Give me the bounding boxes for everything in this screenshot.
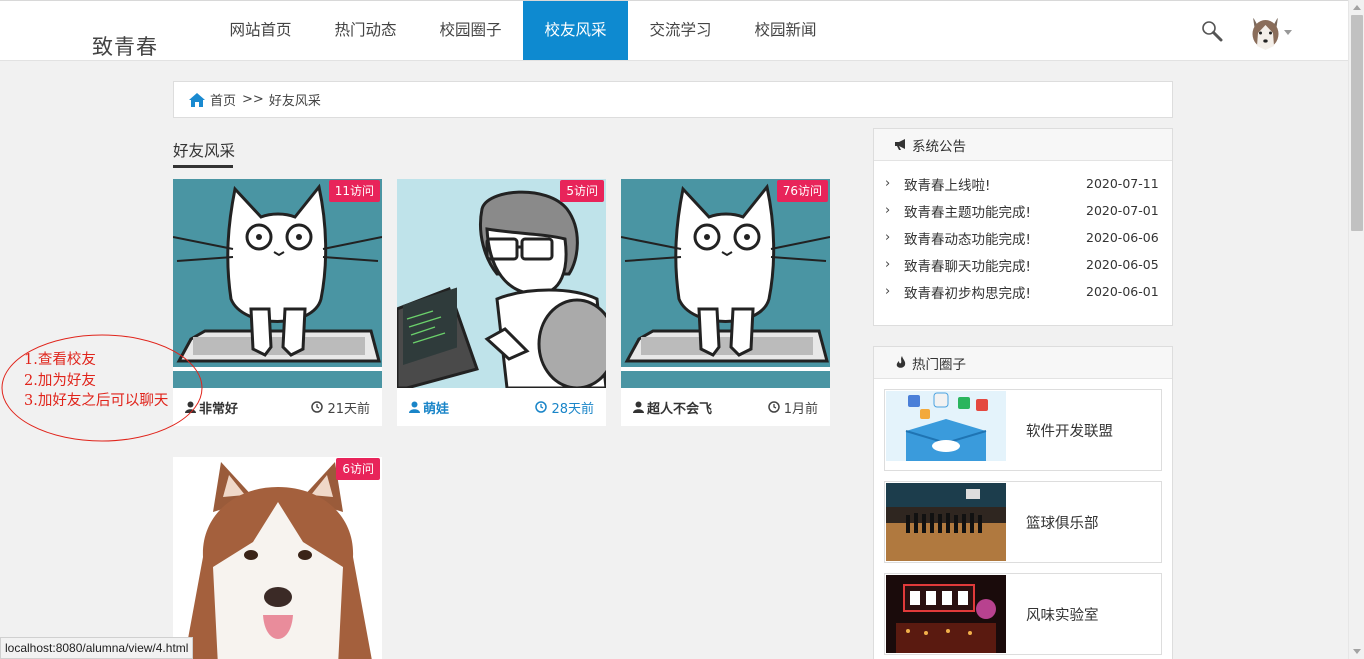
main-nav: 网站首页 热门动态 校园圈子 校友风采 交流学习 校园新闻	[208, 1, 838, 61]
notice-title[interactable]: 致青春聊天功能完成!	[894, 255, 1084, 275]
annotation-line-3: 3.加好友之后可以聊天	[24, 393, 169, 409]
circle-image-food-street[interactable]	[886, 575, 1006, 653]
notice-item[interactable]: › 致青春主题功能完成! 2020-07-01	[874, 197, 1172, 224]
hot-circles-panel: 热门圈子 软件开发联盟 篮球俱乐部 风味实验室	[873, 346, 1173, 659]
nav-item-campus-circles[interactable]: 校园圈子	[418, 1, 523, 60]
notice-date: 2020-07-01	[1086, 203, 1159, 218]
visit-count-badge: 6访问	[336, 458, 380, 480]
alumni-photo-programmer[interactable]: 5访问	[397, 179, 606, 388]
notice-title[interactable]: 致青春上线啦!	[894, 174, 1084, 194]
browser-status-url: localhost:8080/alumna/view/4.html	[0, 637, 194, 659]
page-scrollbar[interactable]	[1348, 0, 1364, 659]
alumni-name[interactable]: 萌娃	[409, 398, 449, 417]
search-icon[interactable]	[1201, 20, 1223, 42]
breadcrumb-separator: >>	[242, 92, 264, 107]
alumni-name-text: 萌娃	[423, 401, 450, 417]
clock-icon	[767, 401, 780, 413]
post-time-text: 28天前	[551, 401, 594, 417]
alumni-name-text: 超人不会飞	[647, 401, 713, 417]
chevron-right-icon: ›	[885, 203, 891, 218]
fire-icon	[896, 356, 906, 368]
megaphone-icon	[895, 139, 905, 150]
post-time: 1月前	[767, 398, 818, 417]
post-time: 28天前	[535, 398, 594, 417]
nav-item-study[interactable]: 交流学习	[628, 1, 733, 60]
notice-item[interactable]: › 致青春聊天功能完成! 2020-06-05	[874, 251, 1172, 278]
circle-name[interactable]: 篮球俱乐部	[1026, 512, 1099, 533]
annotation-line-2: 2.加为好友	[24, 373, 96, 389]
alumni-photo-husky[interactable]: 6访问	[173, 457, 382, 659]
circle-name[interactable]: 风味实验室	[1026, 604, 1099, 625]
notice-item[interactable]: › 致青春初步构思完成! 2020-06-01	[874, 278, 1172, 305]
hot-circles-title: 热门圈子	[912, 356, 966, 373]
nav-item-news[interactable]: 校园新闻	[733, 1, 838, 60]
notice-panel-title: 系统公告	[912, 138, 966, 155]
circle-image-basketball-court[interactable]	[886, 483, 1006, 561]
chevron-right-icon: ›	[885, 230, 891, 245]
home-icon	[189, 92, 205, 107]
section-title: 好友风采	[173, 142, 236, 160]
notice-date: 2020-06-06	[1086, 230, 1159, 245]
alumni-card[interactable]: 5访问 萌娃 28天前	[397, 179, 606, 426]
notice-date: 2020-06-01	[1086, 284, 1159, 299]
chevron-right-icon: ›	[885, 176, 891, 191]
chevron-down-icon[interactable]	[1284, 30, 1292, 35]
alumni-card[interactable]: 6访问	[173, 457, 382, 659]
section-title-underline	[173, 165, 233, 168]
alumni-photo-cat-keyboard[interactable]: 76访问	[621, 179, 830, 388]
nav-item-home[interactable]: 网站首页	[208, 1, 313, 60]
notice-panel: 系统公告 › 致青春上线啦! 2020-07-11 › 致青春主题功能完成! 2…	[873, 128, 1173, 326]
alumni-card[interactable]: 76访问 超人不会飞 1月前	[621, 179, 830, 426]
nav-item-hot-posts[interactable]: 热门动态	[313, 1, 418, 60]
circle-name[interactable]: 软件开发联盟	[1026, 420, 1113, 441]
chevron-right-icon: ›	[885, 257, 891, 272]
notice-item[interactable]: › 致青春动态功能完成! 2020-06-06	[874, 224, 1172, 251]
card-footer: 超人不会飞 1月前	[621, 388, 830, 426]
alumni-name[interactable]: 超人不会飞	[633, 398, 712, 417]
visit-count-badge: 5访问	[560, 180, 604, 202]
chevron-right-icon: ›	[885, 284, 891, 299]
nav-item-alumni[interactable]: 校友风采	[523, 1, 628, 60]
scroll-up-arrow-icon[interactable]	[1353, 5, 1361, 10]
clock-icon	[311, 401, 324, 413]
breadcrumb-current: 好友风采	[268, 94, 321, 109]
notice-title[interactable]: 致青春动态功能完成!	[894, 228, 1084, 248]
card-footer: 萌娃 28天前	[397, 388, 606, 426]
scroll-down-arrow-icon[interactable]	[1353, 649, 1361, 654]
notice-title[interactable]: 致青春主题功能完成!	[894, 201, 1084, 221]
notice-panel-header: 系统公告	[874, 129, 1172, 161]
user-avatar[interactable]	[1248, 13, 1283, 51]
circle-image-cloud-box[interactable]	[886, 391, 1006, 469]
notice-date: 2020-07-11	[1086, 176, 1159, 191]
circle-item[interactable]: 风味实验室	[884, 573, 1162, 655]
top-navbar: 致青春 网站首页 热门动态 校园圈子 校友风采 交流学习 校园新闻	[0, 0, 1348, 61]
notice-item[interactable]: › 致青春上线啦! 2020-07-11	[874, 170, 1172, 197]
scrollbar-thumb[interactable]	[1351, 15, 1363, 231]
post-time-text: 1月前	[783, 401, 818, 417]
circle-item[interactable]: 篮球俱乐部	[884, 481, 1162, 563]
notice-title[interactable]: 致青春初步构思完成!	[894, 282, 1084, 302]
visit-count-badge: 11访问	[328, 180, 380, 202]
visit-count-badge: 76访问	[776, 180, 828, 202]
hot-circles-header: 热门圈子	[874, 347, 1172, 379]
circle-item[interactable]: 软件开发联盟	[884, 389, 1162, 471]
notice-date: 2020-06-05	[1086, 257, 1159, 272]
user-icon	[633, 401, 644, 413]
user-icon	[409, 401, 420, 413]
breadcrumb-home-link[interactable]: 首页	[210, 90, 236, 109]
breadcrumb: 首页 >> 好友风采	[173, 81, 1173, 118]
notice-list: › 致青春上线啦! 2020-07-11 › 致青春主题功能完成! 2020-0…	[874, 161, 1172, 305]
post-time: 21天前	[311, 398, 370, 417]
annotation-line-1: 1.查看校友	[24, 352, 96, 368]
post-time-text: 21天前	[327, 401, 370, 417]
clock-icon	[535, 401, 548, 413]
site-logo[interactable]: 致青春	[92, 31, 158, 61]
